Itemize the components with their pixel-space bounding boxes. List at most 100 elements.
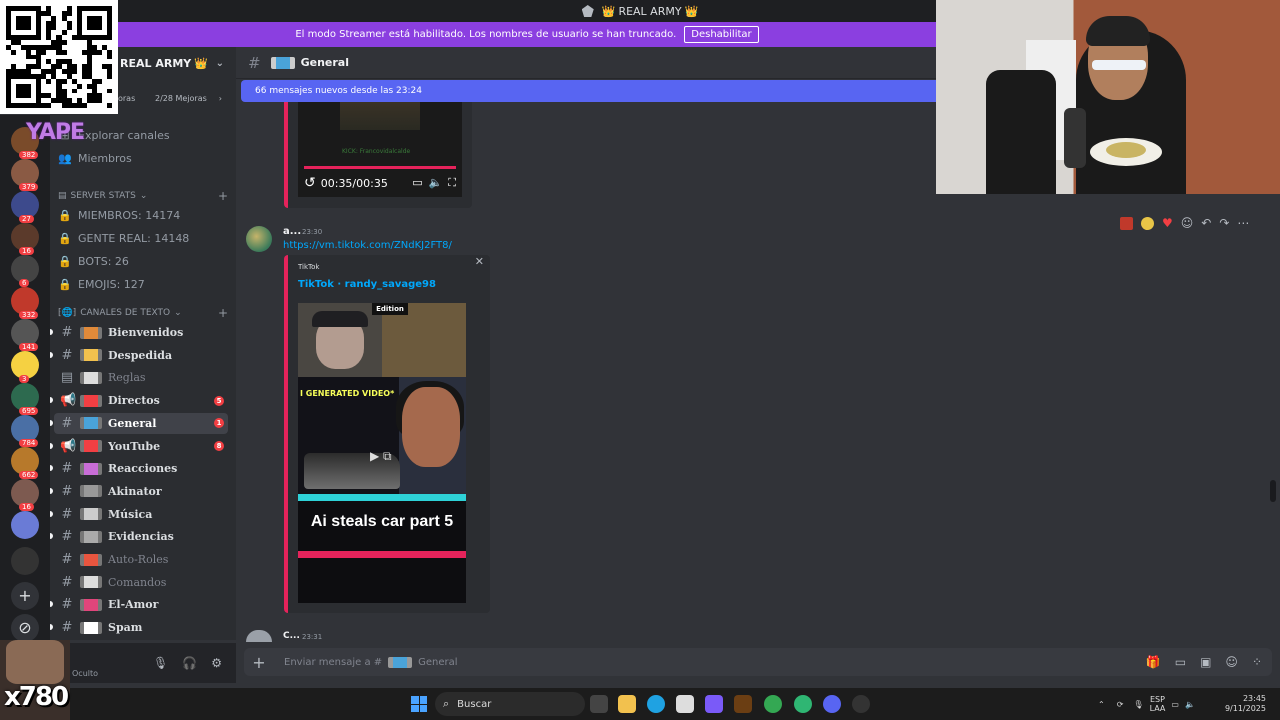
stat-channel[interactable]: 🔒 BOTS: 26 [58, 251, 228, 271]
video-attachment[interactable]: KICK: Francovidalcalde ↺ 00:35/00:35 ▭ 🔈… [284, 102, 472, 208]
message-author[interactable]: a... [283, 226, 301, 237]
server-icon[interactable]: 16 [11, 223, 39, 255]
stat-channel[interactable]: 🔒 MIEMBROS: 14174 [58, 205, 228, 225]
captions-icon[interactable]: ▭ [412, 176, 422, 190]
taskbar-search[interactable]: ⌕ Buscar [435, 692, 585, 716]
server-icon[interactable]: 695 [11, 383, 39, 415]
channel-bienvenidos[interactable]: # Bienvenidos [54, 322, 228, 343]
chrome-profile-icon[interactable] [794, 695, 812, 713]
stat-channel[interactable]: 🔒 GENTE REAL: 14148 [58, 228, 228, 248]
forward-icon[interactable]: ↷ [1219, 216, 1229, 230]
channel-name: YouTube [108, 439, 161, 453]
copilot-icon[interactable] [705, 695, 723, 713]
window-title: REAL ARMY [618, 4, 682, 18]
category-server-stats[interactable]: ▤ SERVER STATS ⌄ + [58, 188, 228, 204]
emoji-icon[interactable]: ☺ [1225, 655, 1238, 669]
server-icon[interactable]: 3 [11, 351, 39, 383]
server-icon[interactable]: 332 [11, 287, 39, 319]
server-icon[interactable]: 379 [11, 159, 39, 191]
chevron-up-icon[interactable]: ⌃ [1098, 700, 1105, 709]
headphones-icon[interactable]: 🎧 [182, 656, 197, 670]
language-indicator[interactable]: ESP LAA [1150, 695, 1166, 713]
add-attachment-icon[interactable]: + [244, 653, 274, 672]
discord-icon[interactable] [823, 695, 841, 713]
server-header[interactable]: REAL ARMY 👑 ⌄ [118, 47, 236, 79]
channel-el-amor[interactable]: # El-Amor [54, 594, 228, 615]
volume-icon[interactable]: 🔈 [429, 176, 443, 190]
channel-despedida[interactable]: # Despedida [54, 345, 228, 366]
game-app-icon[interactable] [734, 695, 752, 713]
server-icon[interactable]: 27 [11, 191, 39, 223]
monitor-icon[interactable]: ▭ [1171, 700, 1179, 709]
task-view-icon[interactable] [590, 695, 608, 713]
add-channel-icon[interactable]: + [218, 306, 228, 320]
add-channel-icon[interactable]: + [218, 189, 228, 203]
clock[interactable]: 23:45 9/11/2025 [1225, 694, 1266, 714]
message-link[interactable]: https://vm.tiktok.com/ZNdKJ2FT8/ [283, 240, 452, 251]
server-icon[interactable]: 16 [11, 479, 39, 511]
boost-progress[interactable]: oras 2/28 Mejoras › [118, 90, 236, 106]
server-icon[interactable]: 141 [11, 319, 39, 351]
file-explorer-icon[interactable] [618, 695, 636, 713]
windows-start-icon[interactable] [411, 696, 427, 712]
chevron-down-icon[interactable]: ⌄ [216, 58, 224, 69]
channel-comandos[interactable]: # Comandos [54, 572, 228, 593]
reaction-emoji-icon[interactable] [1120, 216, 1133, 230]
sticker-icon[interactable]: ▣ [1200, 655, 1211, 669]
chrome-icon[interactable] [764, 695, 782, 713]
avatar[interactable] [246, 226, 272, 252]
channel-spam[interactable]: # Spam [54, 617, 228, 638]
discover-icon[interactable]: ⊘ [11, 614, 39, 642]
message-composer[interactable]: + Enviar mensaje a # General 🎁 ▭ ▣ ☺ ⁘ [244, 648, 1272, 676]
channel-reacciones[interactable]: # Reacciones [54, 458, 228, 479]
replay-icon[interactable]: ↺ [304, 175, 316, 191]
channel-m-sica[interactable]: # Música [54, 504, 228, 525]
channel-name: Spam [108, 621, 143, 635]
channel-akinator[interactable]: # Akinator [54, 481, 228, 502]
video-progress-bar[interactable] [304, 166, 456, 169]
add-reaction-icon[interactable]: ☺ [1181, 216, 1194, 230]
apps-icon[interactable]: ⁘ [1252, 655, 1262, 669]
heart-icon[interactable]: ♥ [1162, 216, 1173, 230]
store-icon[interactable] [676, 695, 694, 713]
close-icon[interactable]: ✕ [475, 255, 484, 268]
server-icon[interactable]: 662 [11, 447, 39, 479]
members-item[interactable]: 👥 Miembros [58, 148, 228, 168]
gift-icon[interactable]: 🎁 [1146, 655, 1161, 669]
category-text-channels[interactable]: ⁅🌐⁆ CANALES DE TEXTO ⌄ + [58, 305, 228, 321]
fullscreen-icon[interactable]: ⛶ [448, 176, 456, 190]
channel-directos[interactable]: 📢 Directos 5 [54, 390, 228, 411]
reply-icon[interactable]: ↶ [1201, 216, 1211, 230]
message-author[interactable]: C... [283, 631, 300, 641]
server-icon[interactable]: 6 [11, 255, 39, 287]
channel-general[interactable]: # General 1 [54, 412, 228, 434]
stat-channel[interactable]: 🔒 EMOJIS: 127 [58, 274, 228, 294]
speaker-icon[interactable]: 🔈 [1185, 700, 1195, 709]
obs-icon[interactable] [852, 695, 870, 713]
gif-icon[interactable]: ▭ [1175, 655, 1186, 669]
reaction-emoji-icon[interactable] [1141, 216, 1154, 230]
more-icon[interactable]: ⋯ [1237, 216, 1249, 230]
server-icon[interactable] [11, 511, 39, 539]
channel-youtube[interactable]: 📢 YouTube 8 [54, 436, 228, 457]
embed-title[interactable]: TikTok · randy_savage98 [298, 279, 436, 290]
avatar[interactable] [246, 630, 272, 642]
channel-reglas[interactable]: ▤ Reglas [54, 367, 228, 388]
sync-icon[interactable]: ⟳ [1117, 700, 1124, 709]
server-icon[interactable] [11, 547, 39, 575]
microphone-icon[interactable]: 🎙 [153, 656, 168, 670]
disable-streamer-button[interactable]: Deshabilitar [684, 26, 759, 43]
play-icon[interactable]: ▶ ⧉ [370, 449, 392, 464]
channel-auto-roles[interactable]: # Auto-Roles [54, 549, 228, 570]
add-server-icon[interactable]: + [11, 582, 39, 610]
embed-video[interactable]: Edition I GENERATED VIDEO* ▶ ⧉ Ai steals… [298, 303, 466, 603]
settings-icon[interactable]: ⚙ [211, 656, 222, 670]
channel-evidencias[interactable]: # Evidencias [54, 526, 228, 547]
server-icon[interactable]: 784 [11, 415, 39, 447]
new-messages-bar[interactable]: 66 mensajes nuevos desde las 23:24 [241, 80, 936, 102]
video-credit: KICK: Francovidalcalde [342, 148, 411, 155]
chat-scrollbar[interactable] [1270, 480, 1276, 502]
edge-icon[interactable] [647, 695, 665, 713]
microphone-icon[interactable]: 🎙 [1133, 700, 1143, 709]
channel-emoji-icon [388, 656, 413, 668]
